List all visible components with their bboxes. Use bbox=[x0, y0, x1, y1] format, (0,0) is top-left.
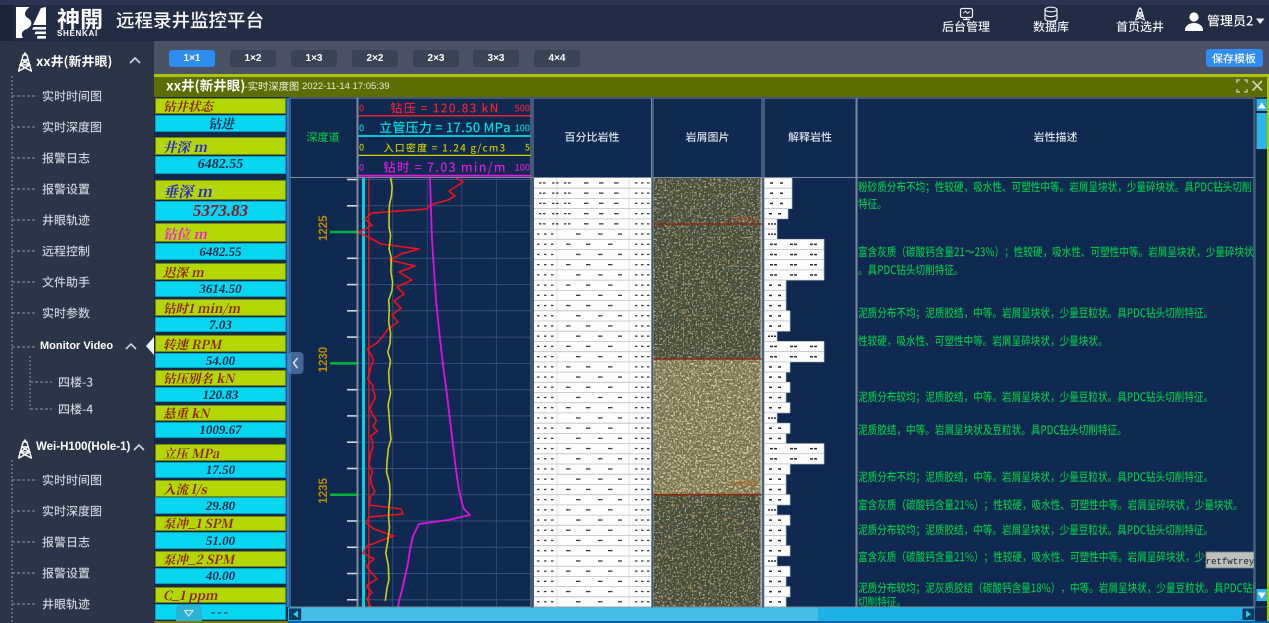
svg-text:1225: 1225 bbox=[318, 215, 330, 241]
svg-text:1,235.18: 1,235.18 bbox=[730, 481, 757, 488]
svg-text:retfwtrey: retfwtrey bbox=[1206, 557, 1255, 567]
svg-text:1235: 1235 bbox=[318, 478, 330, 504]
svg-text:1230: 1230 bbox=[318, 347, 330, 373]
svg-text:1,230.12: 1,230.12 bbox=[730, 216, 757, 223]
